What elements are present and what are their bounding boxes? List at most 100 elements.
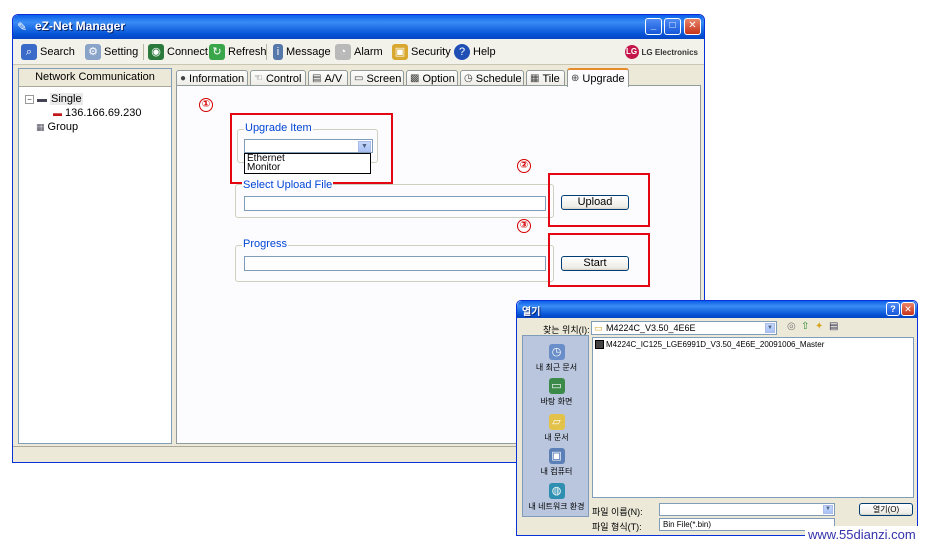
tab-screen[interactable]: ▭ Screen xyxy=(350,70,404,86)
my-documents-icon: ▱ xyxy=(548,414,565,430)
place-my-computer[interactable]: ▣ 내 컴퓨터 xyxy=(523,448,590,477)
tree-label-device: 136.166.69.230 xyxy=(65,107,142,119)
tab-label: Screen xyxy=(366,72,402,85)
tab-schedule[interactable]: ◷ Schedule xyxy=(460,70,524,86)
brand-label: LG Electronics xyxy=(641,47,698,57)
dialog-title: 열기 xyxy=(522,307,541,318)
dialog-titlebar[interactable]: 열기 ? ✕ xyxy=(517,301,917,318)
place-label: 내 문서 xyxy=(544,433,569,442)
tab-information[interactable]: ● Information xyxy=(176,70,248,86)
upload-file-title: Select Upload File xyxy=(242,179,334,191)
recent-documents-icon: ◷ xyxy=(548,344,565,360)
look-in-select[interactable]: ▭ M4224C_V3.50_4E6E ▼ xyxy=(591,321,777,335)
progress-bar xyxy=(244,256,546,271)
chevron-down-icon[interactable]: ▼ xyxy=(823,505,833,514)
alarm-button[interactable]: ◔ Alarm xyxy=(335,43,383,61)
tab-upgrade[interactable]: ⊕ Upgrade xyxy=(567,68,629,87)
chevron-down-icon[interactable]: ▼ xyxy=(765,323,775,333)
tab-label: Tile xyxy=(542,72,560,85)
bin-file-icon xyxy=(595,340,604,349)
view-menu-icon[interactable]: ▤ xyxy=(829,321,838,332)
network-panel: Network Communication − ▬ Single ▬ 136.1… xyxy=(18,68,172,444)
lg-logo-icon: LG xyxy=(624,45,639,59)
place-label: 바탕 화면 xyxy=(540,397,573,406)
tab-label: Information xyxy=(189,72,245,85)
place-network[interactable]: ◍ 내 네트워크 환경 xyxy=(523,483,590,512)
open-file-dialog: 열기 ? ✕ 찾는 위치(I): ▭ M4224C_V3.50_4E6E ▼ ◎… xyxy=(516,300,918,536)
network-icon: ◍ xyxy=(548,483,565,499)
start-button[interactable]: Start xyxy=(561,256,629,271)
tree-item-single[interactable]: − ▬ Single xyxy=(25,93,83,105)
filename-input[interactable]: ▼ xyxy=(659,503,835,516)
tab-label: Control xyxy=(265,72,302,85)
open-button[interactable]: 열기(O) xyxy=(859,503,913,516)
file-item[interactable]: M4224C_IC125_LGE6991D_V3.50_4E6E_2009100… xyxy=(595,340,824,349)
tree-label-group: Group xyxy=(47,121,79,133)
tree-item-device[interactable]: ▬ 136.166.69.230 xyxy=(53,107,141,119)
setting-button[interactable]: ⚙ Setting xyxy=(85,43,138,61)
look-in-value: M4224C_V3.50_4E6E xyxy=(606,323,696,333)
window-title: eZ-Net Manager xyxy=(35,19,126,33)
refresh-button[interactable]: ↻ Refresh xyxy=(209,43,267,61)
back-icon[interactable]: ◎ xyxy=(787,321,796,332)
alarm-label: Alarm xyxy=(354,46,383,58)
screen-icon: ▭ xyxy=(354,73,364,84)
refresh-label: Refresh xyxy=(228,46,267,58)
file-list[interactable]: M4224C_IC125_LGE6991D_V3.50_4E6E_2009100… xyxy=(592,337,914,498)
place-desktop[interactable]: ▭ 바탕 화면 xyxy=(523,378,590,407)
up-folder-icon[interactable]: ⇧ xyxy=(801,321,809,332)
desktop-icon: ▭ xyxy=(548,378,565,394)
tab-control[interactable]: ☜ Control xyxy=(250,70,306,86)
maximize-button[interactable]: □ xyxy=(664,18,681,35)
upload-file-input[interactable] xyxy=(244,196,546,211)
help-label: Help xyxy=(473,46,496,58)
toolbar-separator xyxy=(143,44,144,60)
av-icon: ▤ xyxy=(312,73,322,84)
tree-collapse-icon[interactable]: − xyxy=(25,94,34,104)
step-1-marker: ① xyxy=(199,98,213,112)
display-icon: ▬ xyxy=(53,108,62,118)
group-icon: ▦ xyxy=(36,121,45,132)
security-button[interactable]: ▣ Security xyxy=(392,43,451,61)
message-icon: i xyxy=(273,44,283,60)
tab-option[interactable]: ▩ Option xyxy=(406,70,458,86)
app-icon: ✎ xyxy=(17,20,28,34)
place-label: 내 컴퓨터 xyxy=(540,467,573,476)
lock-icon: ▣ xyxy=(392,44,408,60)
new-folder-icon[interactable]: ✦ xyxy=(815,321,823,332)
filename-label: 파일 이름(N): xyxy=(592,507,643,517)
place-my-documents[interactable]: ▱ 내 문서 xyxy=(523,414,590,443)
filetype-label: 파일 형식(T): xyxy=(592,522,642,532)
message-button[interactable]: i Message xyxy=(273,43,331,61)
place-recent[interactable]: ◷ 내 최근 문서 xyxy=(523,344,590,373)
connect-button[interactable]: ◉ Connect xyxy=(148,43,208,61)
tab-av[interactable]: ▤ A/V xyxy=(308,70,348,86)
help-button[interactable]: ? xyxy=(886,302,900,316)
upload-button[interactable]: Upload xyxy=(561,195,629,210)
tab-label: Upgrade xyxy=(582,72,625,85)
upgrade-icon: ⊕ xyxy=(571,73,580,84)
tree-item-group[interactable]: ▦ Group xyxy=(36,121,78,133)
help-button[interactable]: ? Help xyxy=(454,43,496,61)
main-titlebar[interactable]: ✎ eZ-Net Manager _ □ ✕ xyxy=(13,15,704,39)
toolbar: ⌕ Search ⚙ Setting ◉ Connect ↻ Refresh i… xyxy=(13,39,704,65)
monitor-icon: ▬ xyxy=(37,93,47,105)
tab-label: Option xyxy=(422,72,455,85)
search-icon: ⌕ xyxy=(21,44,37,60)
tab-tile[interactable]: ▦ Tile xyxy=(526,70,565,86)
search-label: Search xyxy=(40,46,75,58)
tile-icon: ▦ xyxy=(530,73,540,84)
watermark: www.55dianzi.com xyxy=(805,526,927,544)
minimize-button[interactable]: _ xyxy=(645,18,662,35)
dialog-close-button[interactable]: ✕ xyxy=(901,302,915,316)
toolbar-separator xyxy=(266,44,267,60)
search-button[interactable]: ⌕ Search xyxy=(21,43,75,61)
refresh-icon: ↻ xyxy=(209,44,225,60)
places-bar: ◷ 내 최근 문서 ▭ 바탕 화면 ▱ 내 문서 ▣ 내 컴퓨터 ◍ 내 네트워… xyxy=(522,335,589,517)
step-3-marker: ③ xyxy=(517,219,531,233)
lg-logo: LG LG Electronics xyxy=(624,45,698,59)
close-button[interactable]: ✕ xyxy=(684,18,701,35)
setting-icon: ⚙ xyxy=(85,44,101,60)
my-computer-icon: ▣ xyxy=(548,448,565,464)
security-label: Security xyxy=(411,46,451,58)
